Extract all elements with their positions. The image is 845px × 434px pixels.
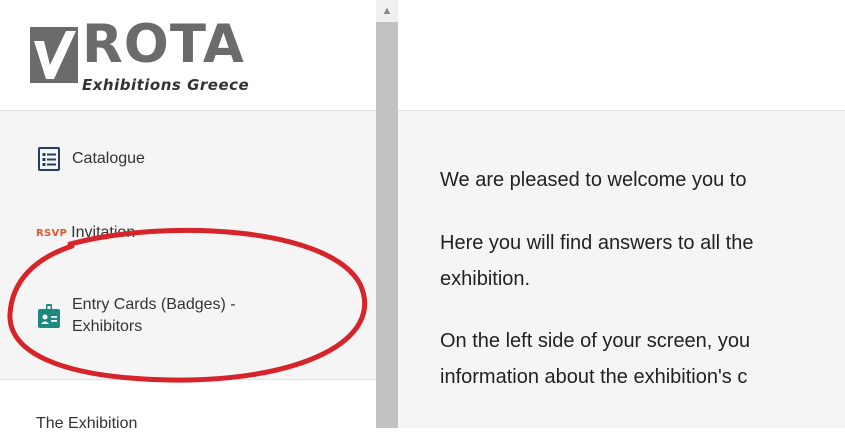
sidebar: ROTA Exhibitions Greece Catalogue RSVP I… — [0, 0, 376, 432]
main-body: We are pleased to welcome you to Here yo… — [398, 111, 845, 428]
main-header — [398, 0, 845, 111]
main-content: We are pleased to welcome you to Here yo… — [398, 0, 845, 428]
checkmark-logo-icon — [30, 27, 78, 83]
divider — [0, 379, 376, 380]
sidebar-item-invitation[interactable]: RSVP Invitation — [36, 222, 135, 244]
answers-text: Here you will find answers to all the — [440, 232, 754, 254]
scroll-up-icon[interactable]: ▲ — [376, 0, 398, 22]
logo-brand: ROTA — [82, 14, 245, 75]
answers-text-cont: exhibition. — [440, 268, 531, 290]
logo-tagline: Exhibitions Greece — [82, 76, 250, 94]
scrollbar-thumb[interactable] — [376, 22, 398, 428]
rota-logo[interactable]: ROTA Exhibitions Greece — [30, 18, 290, 96]
sidebar-item-label: Exhibitors — [72, 318, 143, 335]
sidebar-nav: Catalogue RSVP Invitation Entry Cards (B… — [0, 111, 376, 379]
rsvp-icon: RSVP — [36, 228, 68, 239]
catalogue-list-icon — [38, 147, 60, 171]
sidebar-item-label: Invitation — [71, 224, 136, 241]
left-side-text-cont: information about the exhibition's c — [440, 366, 748, 388]
welcome-text: We are pleased to welcome you to — [440, 169, 747, 191]
badge-icon — [38, 304, 60, 328]
sidebar-item-label: Catalogue — [72, 150, 145, 167]
left-side-text: On the left side of your screen, you — [440, 330, 751, 352]
sidebar-item-entry-cards[interactable]: Entry Cards (Badges) - Exhibitors — [38, 294, 236, 338]
sidebar-item-catalogue[interactable]: Catalogue — [38, 147, 145, 171]
sidebar-scrollbar[interactable]: ▲ — [376, 0, 398, 428]
section-title-exhibition[interactable]: The Exhibition — [36, 414, 137, 434]
sidebar-item-label: Entry Cards (Badges) - — [72, 296, 236, 313]
